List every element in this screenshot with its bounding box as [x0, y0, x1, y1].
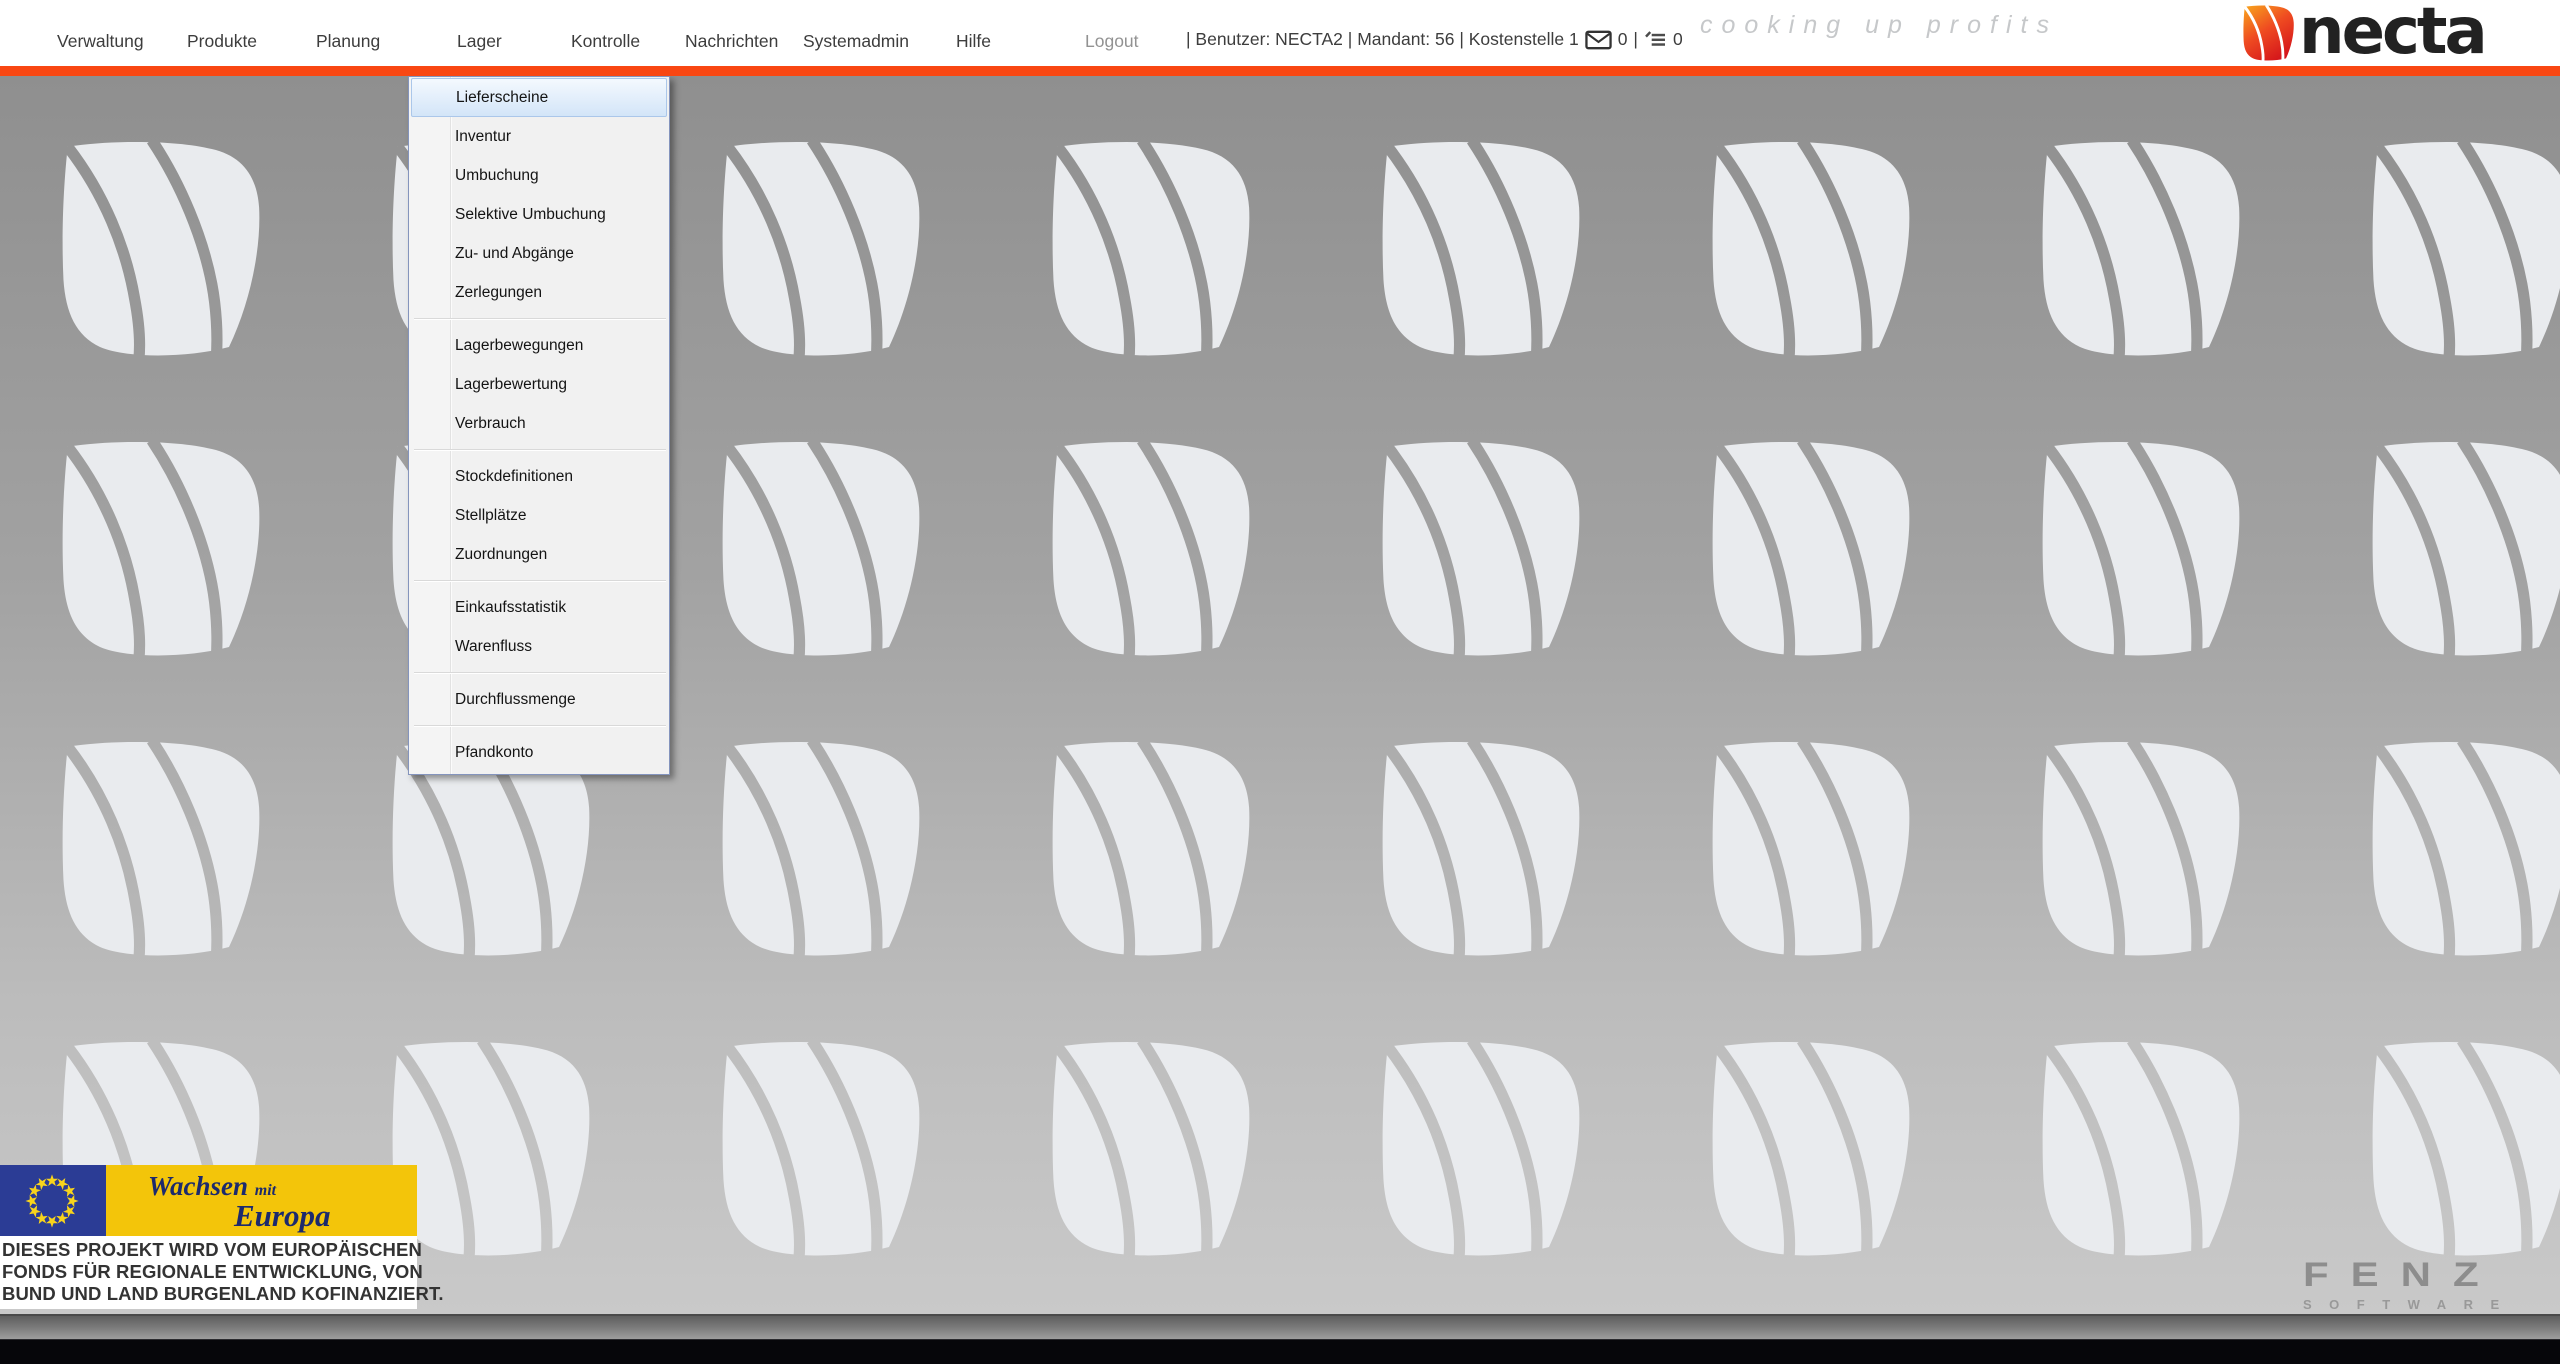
status-divider: | [1633, 29, 1638, 50]
eu-funding-banner: Wachsen mit Europa DIESES PROJEKT WIRD V… [0, 1165, 417, 1309]
menu-item-verbrauch[interactable]: Verbrauch [409, 404, 669, 443]
menu-kontrolle[interactable]: Kontrolle [571, 31, 640, 52]
bottom-gradient-bar [0, 1314, 2560, 1339]
menu-item-umbuchung[interactable]: Umbuchung [409, 156, 669, 195]
background-leaf [2037, 740, 2252, 965]
menu-lager[interactable]: Lager [457, 31, 502, 52]
lager-dropdown-menu: Lieferscheine Inventur Umbuchung Selekti… [408, 76, 670, 775]
task-list-icon[interactable] [1644, 30, 1667, 49]
menu-item-durchflussmenge[interactable]: Durchflussmenge [409, 680, 669, 719]
eu-title-mit: mit [255, 1182, 276, 1199]
session-status: | Benutzer: NECTA2 | Mandant: 56 | Koste… [1186, 29, 1683, 50]
background-leaf [717, 740, 932, 965]
necta-app-window: Lieferscheine Inventur Umbuchung Selekti… [0, 0, 2560, 1364]
background-leaf [1377, 740, 1592, 965]
background-leaf [2367, 440, 2560, 665]
menu-item-warenfluss[interactable]: Warenfluss [409, 627, 669, 666]
accent-bar [0, 66, 2560, 76]
menu-systemadmin[interactable]: Systemadmin [803, 31, 909, 52]
background-leaf [1707, 140, 1922, 365]
menu-item-zu-und-abgaenge[interactable]: Zu- und Abgänge [409, 234, 669, 273]
background-leaf [717, 440, 932, 665]
content-background: Lieferscheine Inventur Umbuchung Selekti… [0, 76, 2560, 1314]
background-leaf [387, 1040, 602, 1265]
background-leaf [2037, 1040, 2252, 1265]
menu-item-zerlegungen[interactable]: Zerlegungen [409, 273, 669, 312]
background-leaf [57, 440, 272, 665]
fenz-watermark: FENZ SOFTWARE [2303, 1255, 2517, 1312]
background-leaf [57, 740, 272, 965]
background-leaf [1707, 740, 1922, 965]
background-leaf [57, 140, 272, 365]
fenz-software-text: SOFTWARE [2303, 1297, 2517, 1312]
background-leaf [1377, 440, 1592, 665]
menu-verwaltung[interactable]: Verwaltung [57, 31, 144, 52]
menu-nachrichten[interactable]: Nachrichten [685, 31, 778, 52]
mail-icon[interactable] [1585, 30, 1612, 50]
menu-produkte[interactable]: Produkte [187, 31, 257, 52]
background-leaf [1047, 440, 1262, 665]
tagline-text: cooking up profits [1700, 11, 2058, 40]
background-leaf [2367, 140, 2560, 365]
menu-item-selektive-umbuchung[interactable]: Selektive Umbuchung [409, 195, 669, 234]
background-leaf [1047, 740, 1262, 965]
eu-stars-icon [17, 1166, 87, 1236]
eu-title-europa: Europa [106, 1198, 417, 1234]
eu-title-wachsen: Wachsen [148, 1171, 248, 1201]
menu-item-zuordnungen[interactable]: Zuordnungen [409, 535, 669, 574]
bottom-black-bar [0, 1339, 2560, 1364]
menu-separator [414, 580, 666, 581]
menu-hilfe[interactable]: Hilfe [956, 31, 991, 52]
task-count: 0 [1673, 29, 1683, 50]
menu-item-stockdefinitionen[interactable]: Stockdefinitionen [409, 457, 669, 496]
background-leaf [2367, 740, 2560, 965]
menu-item-lagerbewegungen[interactable]: Lagerbewegungen [409, 326, 669, 365]
background-leaf [1707, 1040, 1922, 1265]
menu-planung[interactable]: Planung [316, 31, 380, 52]
background-leaf [2037, 440, 2252, 665]
background-leaf [1377, 140, 1592, 365]
menu-separator [414, 725, 666, 726]
background-leaf [1047, 1040, 1262, 1265]
eu-flag [0, 1165, 106, 1236]
menu-item-stellplaetze[interactable]: Stellplätze [409, 496, 669, 535]
eu-text-line: DIESES PROJEKT WIRD VOM EUROPÄISCHEN [2, 1239, 417, 1261]
menu-item-pfandkonto[interactable]: Pfandkonto [409, 733, 669, 772]
necta-leaf-logo-icon [2242, 5, 2297, 63]
background-leaf [2367, 1040, 2560, 1265]
mail-count: 0 [1618, 29, 1628, 50]
background-leaf [717, 1040, 932, 1265]
menu-item-einkaufsstatistik[interactable]: Einkaufsstatistik [409, 588, 669, 627]
background-leaf [1707, 440, 1922, 665]
eu-text-line: BUND UND LAND BURGENLAND KOFINANZIERT. [2, 1283, 417, 1305]
menu-separator [414, 449, 666, 450]
menu-item-lagerbewertung[interactable]: Lagerbewertung [409, 365, 669, 404]
eu-banner-text: DIESES PROJEKT WIRD VOM EUROPÄISCHEN FON… [0, 1236, 417, 1309]
menu-item-inventur[interactable]: Inventur [409, 117, 669, 156]
logout-button[interactable]: Logout [1085, 31, 1139, 52]
eu-text-line: FONDS FÜR REGIONALE ENTWICKLUNG, VON [2, 1261, 417, 1283]
top-menubar: Verwaltung Produkte Planung Lager Kontro… [0, 0, 2560, 66]
background-leaf [2037, 140, 2252, 365]
background-leaf [1047, 140, 1262, 365]
background-leaf [717, 140, 932, 365]
necta-wordmark: necta [2299, 0, 2485, 64]
background-leaf [1377, 1040, 1592, 1265]
fenz-logo-text: FENZ [2303, 1255, 2517, 1294]
menu-separator [414, 672, 666, 673]
menu-separator [414, 318, 666, 319]
session-status-text: | Benutzer: NECTA2 | Mandant: 56 | Koste… [1186, 29, 1579, 50]
menu-item-lieferscheine[interactable]: Lieferscheine [411, 78, 667, 117]
eu-banner-title: Wachsen mit Europa [106, 1165, 417, 1236]
